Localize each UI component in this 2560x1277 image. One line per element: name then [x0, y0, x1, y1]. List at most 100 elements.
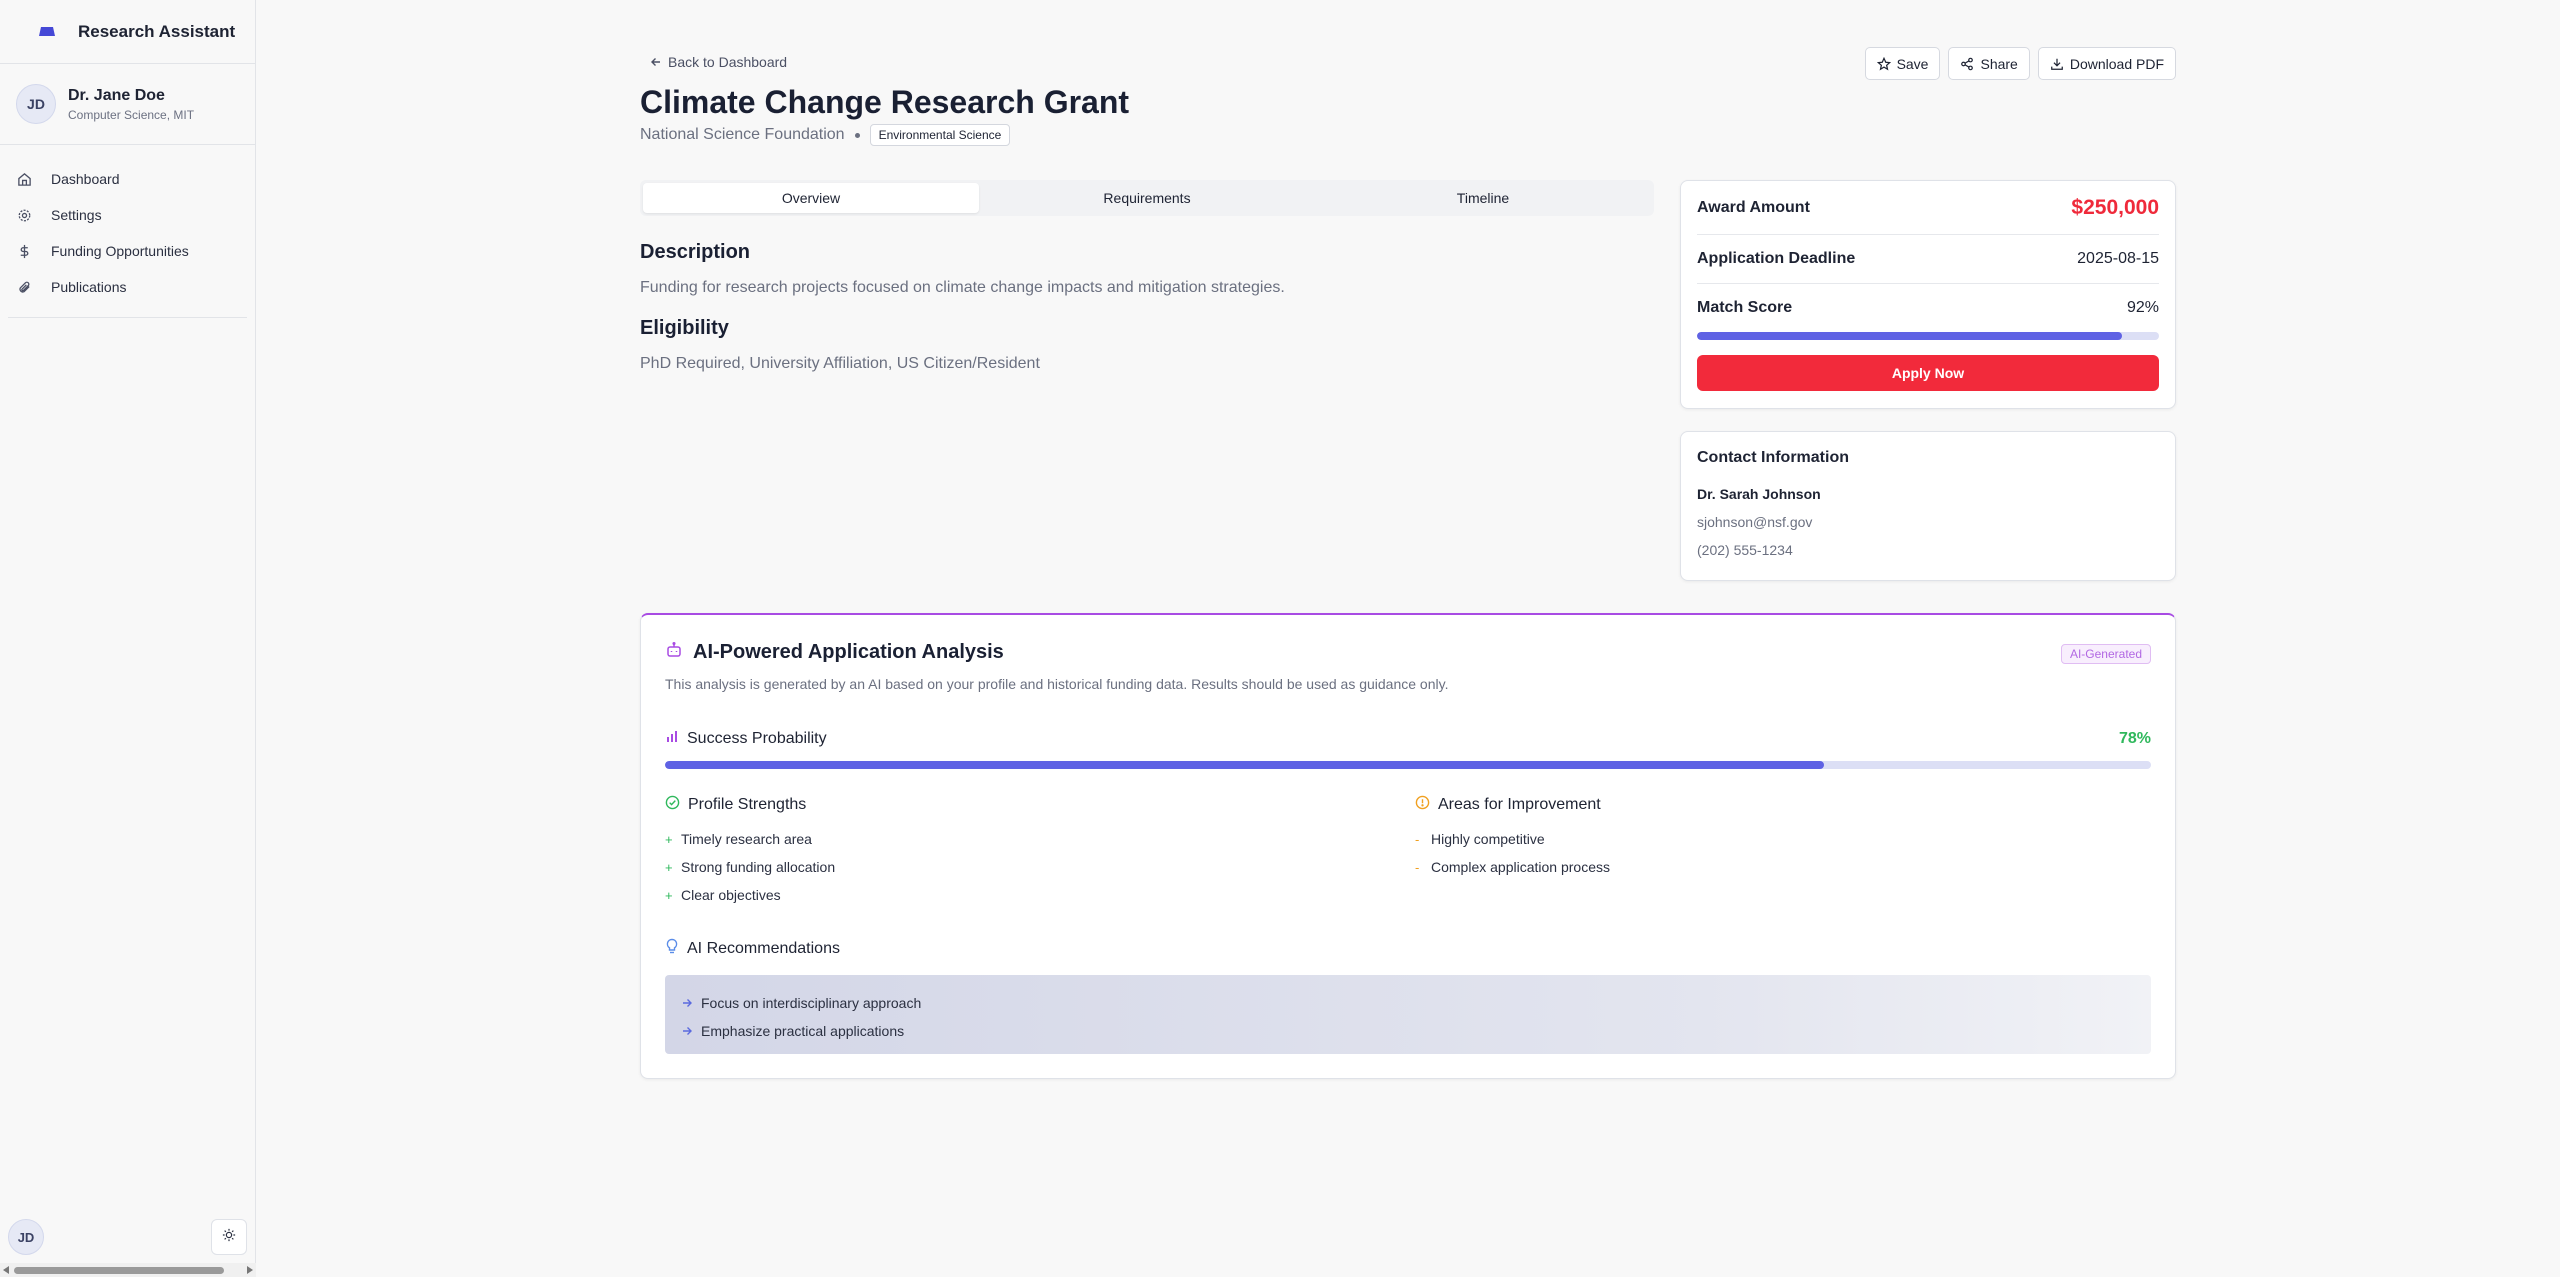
user-name: Dr. Jane Doe [68, 86, 165, 104]
strength-text: Timely research area [681, 831, 812, 847]
deadline-row: Application Deadline 2025-08-15 [1697, 235, 2159, 284]
bot-icon [665, 641, 683, 664]
theme-toggle-button[interactable] [211, 1219, 247, 1255]
horizontal-scrollbar[interactable] [0, 1263, 256, 1277]
contact-card: Contact Information Dr. Sarah Johnson sj… [1680, 431, 2176, 581]
areas-for-improvement: Areas for Improvement - Highly competitiv… [1415, 795, 1610, 881]
list-item: + Timely research area [665, 825, 835, 853]
tab-overview[interactable]: Overview [643, 183, 979, 213]
arrow-right-icon [683, 1027, 692, 1035]
recommendations-list: Focus on interdisciplinary approach Emph… [665, 975, 2151, 1054]
share-label: Share [1980, 55, 2018, 72]
back-to-dashboard-link[interactable]: Back to Dashboard [650, 54, 787, 70]
check-circle-icon [665, 795, 680, 815]
category-badge: Environmental Science [869, 124, 1011, 146]
plus-icon: + [665, 859, 673, 875]
award-amount-label: Award Amount [1697, 198, 1810, 216]
alert-circle-icon [1415, 795, 1430, 815]
strengths-heading: Profile Strengths [688, 796, 807, 813]
sidebar-item-publications[interactable]: Publications [8, 269, 247, 305]
user-department: Computer Science, MIT [68, 107, 195, 122]
match-score-value: 92% [2126, 299, 2159, 316]
save-button[interactable]: Save [1864, 47, 1941, 80]
apply-now-button[interactable]: Apply Now [1697, 355, 2159, 391]
sidebar-item-label: Publications [51, 279, 127, 295]
contact-phone: (202) 555-1234 [1697, 542, 1793, 558]
plus-icon: + [665, 831, 673, 847]
match-score-bar [1697, 332, 2159, 340]
improvements-heading: Areas for Improvement [1438, 796, 1601, 813]
paperclip-icon [16, 279, 32, 295]
sidebar-item-dashboard[interactable]: Dashboard [8, 161, 247, 197]
recommendations-heading: AI Recommendations [687, 939, 840, 957]
tab-timeline[interactable]: Timeline [1315, 183, 1651, 213]
success-probability-fill [665, 761, 1825, 769]
avatar: JD [16, 84, 56, 124]
app-title: Research Assistant [78, 21, 236, 41]
ai-generated-badge: AI-Generated [2060, 644, 2151, 664]
improvement-text: Complex application process [1431, 859, 1610, 875]
award-amount-value: $250,000 [2071, 195, 2159, 219]
graduation-cap-icon [36, 21, 58, 43]
dollar-icon [16, 243, 32, 259]
arrow-right-icon [683, 999, 692, 1007]
eligibility-text: PhD Required, University Affiliation, US… [640, 355, 1040, 372]
contact-email[interactable]: sjohnson@nsf.gov [1697, 514, 2159, 530]
list-item: + Strong funding allocation [665, 853, 835, 881]
eligibility-heading: Eligibility [640, 317, 729, 339]
share-icon [1961, 57, 1974, 70]
save-label: Save [1896, 55, 1929, 72]
download-label: Download PDF [2069, 55, 2164, 72]
scroll-right-arrow-icon[interactable] [247, 1266, 253, 1274]
grant-meta: National Science Foundation Environmenta… [640, 124, 1011, 146]
download-pdf-button[interactable]: Download PDF [2037, 47, 2176, 80]
recommendation-text: Emphasize practical applications [701, 1023, 905, 1039]
strength-text: Strong funding allocation [681, 859, 836, 875]
sidebar-item-label: Funding Opportunities [51, 243, 189, 259]
description-heading: Description [640, 241, 751, 263]
ai-analysis-description: This analysis is generated by an AI base… [665, 676, 1449, 692]
award-card: Award Amount $250,000 Application Deadli… [1680, 180, 2176, 409]
user-profile[interactable]: JD Dr. Jane Doe Computer Science, MIT [0, 64, 255, 145]
page-actions: Save Share Download PDF [1864, 47, 2176, 80]
ai-analysis-title: AI-Powered Application Analysis [693, 641, 1004, 663]
description-text: Funding for research projects focused on… [640, 279, 1285, 296]
sidebar-item-funding-opportunities[interactable]: Funding Opportunities [8, 233, 247, 269]
recommendations-header: AI Recommendations [665, 938, 840, 959]
gear-icon [16, 207, 32, 223]
arrow-left-icon [651, 58, 660, 66]
scroll-left-arrow-icon[interactable] [3, 1266, 9, 1274]
match-score-row: Match Score 92% [1697, 284, 2159, 332]
improvement-text: Highly competitive [1431, 831, 1545, 847]
download-icon [2050, 58, 2063, 70]
star-icon [1876, 56, 1891, 71]
list-item: Emphasize practical applications [681, 1017, 2135, 1045]
deadline-label: Application Deadline [1697, 250, 1856, 267]
match-score-label: Match Score [1697, 299, 1793, 316]
sidebar-item-settings[interactable]: Settings [8, 197, 247, 233]
success-probability-value: 78% [2118, 729, 2151, 747]
scrollbar-thumb[interactable] [14, 1267, 224, 1274]
footer-avatar[interactable]: JD [8, 1219, 44, 1255]
award-amount-row: Award Amount $250,000 [1697, 181, 2159, 235]
funder-name: National Science Foundation [640, 126, 845, 143]
home-icon [16, 171, 32, 187]
deadline-value: 2025-08-15 [2077, 250, 2159, 267]
bar-chart-icon [665, 729, 679, 748]
strength-text: Clear objectives [681, 887, 781, 903]
list-item: Focus on interdisciplinary approach [681, 989, 2135, 1017]
tab-requirements[interactable]: Requirements [979, 183, 1315, 213]
sidebar-item-label: Settings [51, 207, 102, 223]
back-label: Back to Dashboard [668, 54, 788, 70]
contact-name: Dr. Sarah Johnson [1697, 486, 1821, 502]
sun-icon [222, 1228, 236, 1247]
list-item: + Clear objectives [665, 881, 835, 909]
sidebar-item-label: Dashboard [51, 171, 120, 187]
share-button[interactable]: Share [1948, 47, 2030, 80]
minus-icon: - [1415, 859, 1420, 875]
minus-icon: - [1415, 831, 1420, 847]
contact-heading: Contact Information [1697, 449, 1849, 466]
page-title: Climate Change Research Grant [640, 84, 1130, 120]
profile-strengths: Profile Strengths + Timely research area … [665, 795, 835, 909]
recommendation-text: Focus on interdisciplinary approach [701, 995, 922, 1011]
